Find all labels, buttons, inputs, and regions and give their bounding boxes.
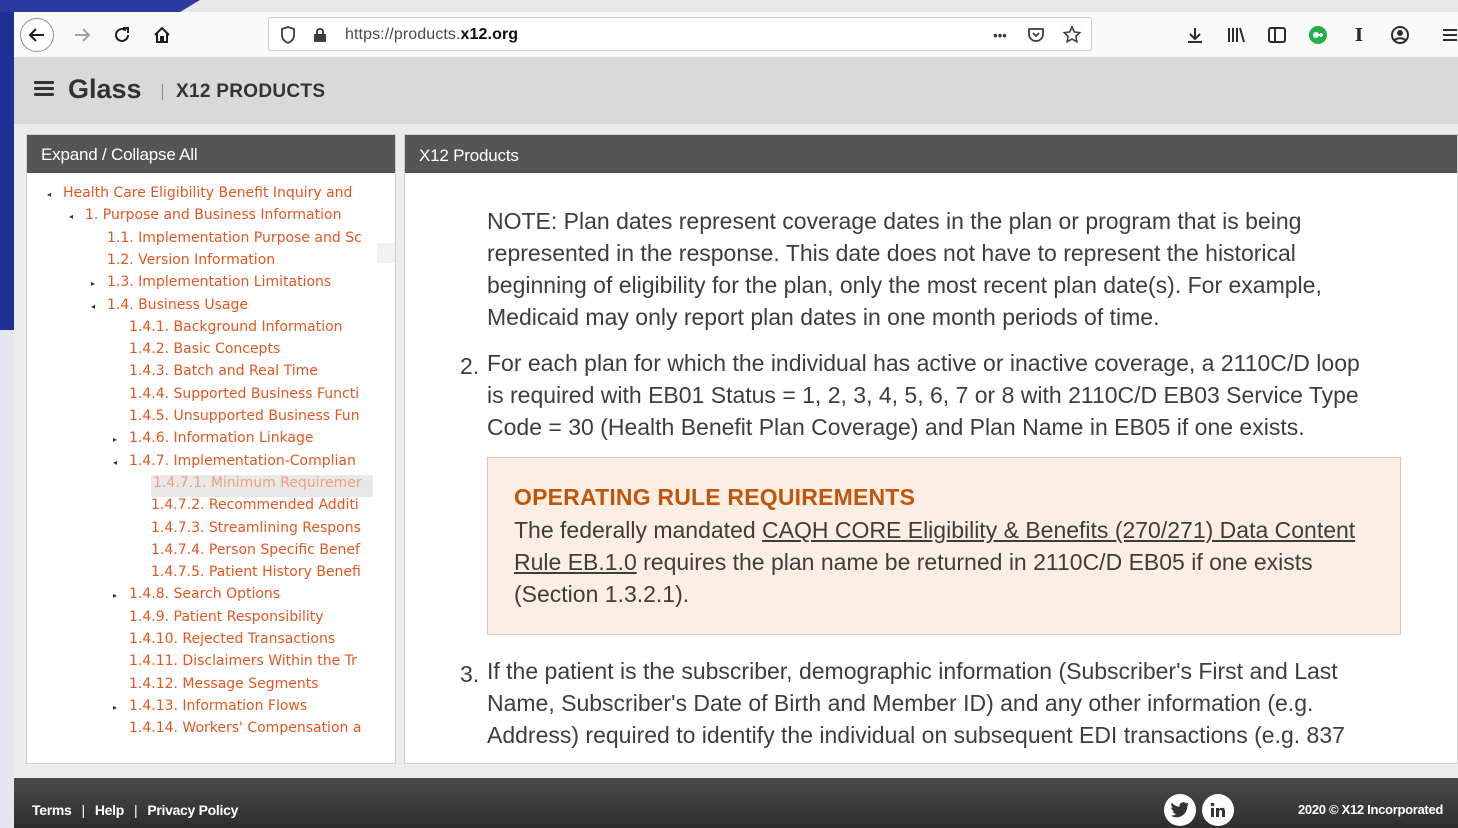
tree-toggle-caret[interactable]: ▸ xyxy=(91,279,95,288)
privacy-policy-link[interactable]: Privacy Policy xyxy=(147,802,238,818)
content-area: Expand / Collapse All ◂ Health Care Eligi… xyxy=(14,124,1458,778)
list-number: 2. xyxy=(460,353,480,379)
reload-icon xyxy=(115,27,129,42)
left-decoration-light xyxy=(0,330,14,828)
home-button[interactable] xyxy=(146,19,178,51)
list-line: Code = 30 (Health Benefit Plan Coverage)… xyxy=(487,414,1305,440)
tree-scrollbar[interactable] xyxy=(377,243,395,263)
tree-item[interactable]: 1.3. Implementation Limitations xyxy=(107,274,373,296)
top-decoration xyxy=(0,0,200,12)
tree-toggle-caret[interactable]: ▸ xyxy=(113,703,117,712)
text-cursor-icon[interactable]: I xyxy=(1345,21,1373,49)
navigation-tree: ◂ Health Care Eligibility Benefit Inquiry… xyxy=(27,173,395,763)
tree-item[interactable]: 1.4.5. Unsupported Business Fun xyxy=(129,408,373,430)
list-item-2: For each plan for which the individual h… xyxy=(487,347,1360,443)
page-actions-icon[interactable]: ••• xyxy=(989,24,1011,46)
sidebar-toggle-icon[interactable] xyxy=(1263,21,1291,49)
operating-rule-title: OPERATING RULE REQUIREMENTS xyxy=(514,484,916,510)
note-line: Medicaid may only report plan dates in o… xyxy=(487,304,1160,330)
list-line: is required with EB01 Status = 1, 2, 3, … xyxy=(487,382,1359,408)
pocket-icon[interactable] xyxy=(1025,24,1047,46)
tree-item[interactable]: 1. Purpose and Business Information xyxy=(85,207,373,229)
forward-arrow-icon xyxy=(75,28,91,42)
help-link[interactable]: Help xyxy=(95,802,124,818)
bookmark-star-icon[interactable] xyxy=(1061,24,1083,46)
tree-item[interactable]: 1.4.7.5. Patient History Benefi xyxy=(151,564,373,586)
site-footer: Terms | Help | Privacy Policy 2020 © X12 Inc… xyxy=(14,778,1458,828)
library-icon[interactable] xyxy=(1222,21,1250,49)
expand-collapse-all-button[interactable]: Expand / Collapse All xyxy=(27,135,395,173)
tree-item[interactable]: 1.4.7.1. Minimum Requiremer xyxy=(151,474,373,497)
tree-item[interactable]: 1.4.13. Information Flows xyxy=(129,698,373,720)
tree-item[interactable]: 1.1. Implementation Purpose and Sc xyxy=(107,230,373,252)
list-line: Name, Subscriber's Date of Birth and Mem… xyxy=(487,690,1314,716)
tree-item[interactable]: 1.2. Version Information xyxy=(107,252,373,274)
reload-button[interactable] xyxy=(106,19,138,51)
tree-item[interactable]: 1.4.11. Disclaimers Within the Tr xyxy=(129,653,373,675)
footer-links: Terms | Help | Privacy Policy xyxy=(32,802,238,818)
tree-item[interactable]: 1.4.8. Search Options xyxy=(129,586,373,608)
list-item-3: If the patient is the subscriber, demogr… xyxy=(487,655,1345,751)
app-title: Glass xyxy=(68,74,142,104)
document-panel: X12 Products NOTE: Plan dates represent … xyxy=(404,134,1458,764)
home-icon xyxy=(154,26,170,43)
back-button[interactable] xyxy=(20,18,54,52)
document-panel-title: X12 Products xyxy=(405,135,1457,173)
operating-rule-callout: OPERATING RULE REQUIREMENTS The federall… xyxy=(487,457,1401,635)
address-bar[interactable]: https://products.x12.org ••• xyxy=(268,17,1092,51)
footer-separator: | xyxy=(81,802,85,818)
tree-toggle-caret[interactable]: ◂ xyxy=(69,212,73,221)
tree-item[interactable]: 1.4.14. Workers' Compensation a xyxy=(129,720,373,742)
tree-item[interactable]: 1.4.3. Batch and Real Time xyxy=(129,363,373,385)
tree-item[interactable]: 1.4.1. Background Information xyxy=(129,319,373,341)
menu-icon[interactable] xyxy=(1436,21,1458,49)
tree-item[interactable]: 1.4.7. Implementation-Complian xyxy=(129,453,373,475)
list-line: Address) required to identify the indivi… xyxy=(487,722,1345,748)
footer-separator: | xyxy=(133,802,138,818)
tree-toggle-caret[interactable]: ◂ xyxy=(113,458,117,467)
account-icon[interactable] xyxy=(1386,21,1414,49)
list-line: If the patient is the subscriber, demogr… xyxy=(487,658,1338,684)
note-line: beginning of eligibility for the plan, o… xyxy=(487,272,1322,298)
tree-item[interactable]: 1.4.7.3. Streamlining Respons xyxy=(151,520,373,542)
note-line: NOTE: Plan dates represent coverage date… xyxy=(487,208,1302,234)
list-line: For each plan for which the individual h… xyxy=(487,350,1360,376)
app-subtitle: X12 PRODUCTS xyxy=(176,81,326,102)
terms-link[interactable]: Terms xyxy=(32,802,72,818)
tree-toggle-caret[interactable]: ◂ xyxy=(47,190,51,199)
downloads-icon[interactable] xyxy=(1181,21,1209,49)
tree-item[interactable]: Health Care Eligibility Benefit Inquiry … xyxy=(63,185,373,207)
list-number: 3. xyxy=(460,661,480,687)
app-header: Glass X12 PRODUCTS xyxy=(14,58,1458,124)
back-arrow-icon xyxy=(28,28,44,42)
tree-toggle-caret[interactable]: ▸ xyxy=(113,435,117,444)
url-text[interactable]: https://products.x12.org xyxy=(345,26,518,44)
note-paragraph: NOTE: Plan dates represent coverage date… xyxy=(487,205,1322,333)
tree-toggle-caret[interactable]: ▸ xyxy=(113,591,117,600)
tree-item[interactable]: 1.4.4. Supported Business Functi xyxy=(129,386,373,408)
tree-toggle-caret[interactable]: ◂ xyxy=(91,302,95,311)
tree-item[interactable]: 1.4.12. Message Segments xyxy=(129,676,373,698)
shield-icon[interactable] xyxy=(277,24,299,46)
tree-item[interactable]: 1.4. Business Usage xyxy=(107,297,373,319)
linkedin-icon[interactable] xyxy=(1202,794,1234,826)
title-divider xyxy=(162,84,163,100)
tree-item[interactable]: 1.4.6. Information Linkage xyxy=(129,430,373,452)
tree-item[interactable]: 1.4.7.2. Recommended Additi xyxy=(151,497,373,519)
tree-item[interactable]: 1.4.9. Patient Responsibility xyxy=(129,609,373,631)
operating-rule-text: The federally mandated CAQH CORE Eligibi… xyxy=(514,514,1384,610)
hamburger-menu-icon[interactable] xyxy=(34,81,54,97)
lock-icon[interactable] xyxy=(309,24,331,46)
note-line: represented in the response. This date d… xyxy=(487,240,1296,266)
tree-item[interactable]: 1.4.10. Rejected Transactions xyxy=(129,631,373,653)
tree-item[interactable]: 1.4.7.4. Person Specific Benef xyxy=(151,542,373,564)
twitter-icon[interactable] xyxy=(1164,794,1196,826)
forward-button[interactable] xyxy=(66,19,98,51)
copyright-text: 2020 © X12 Incorporated xyxy=(1298,802,1444,817)
browser-toolbar: https://products.x12.org ••• I xyxy=(14,12,1458,58)
extension-green-icon[interactable] xyxy=(1304,21,1332,49)
tree-item[interactable]: 1.4.2. Basic Concepts xyxy=(129,341,373,363)
rule-text-part: The federally mandated xyxy=(514,517,763,543)
navigation-tree-panel: Expand / Collapse All ◂ Health Care Eligi… xyxy=(26,134,396,764)
